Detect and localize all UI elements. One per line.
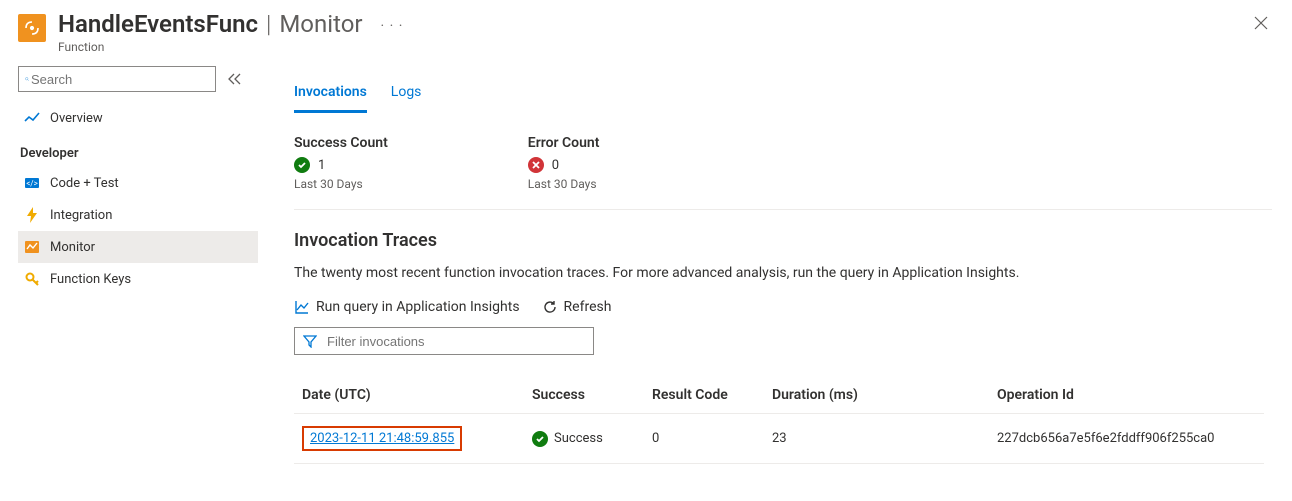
- filter-input[interactable]: [325, 333, 585, 350]
- col-result[interactable]: Result Code: [644, 377, 764, 414]
- run-query-label: Run query in Application Insights: [316, 299, 520, 315]
- metric-error: Error Count 0 Last 30 Days: [528, 135, 600, 191]
- sidebar: Overview Developer </> Code + Test Integ…: [0, 62, 258, 484]
- tab-invocations[interactable]: Invocations: [294, 84, 367, 113]
- blade-title: Monitor: [279, 10, 362, 38]
- invocation-traces-heading: Invocation Traces: [294, 230, 1272, 251]
- metric-subtext: Last 30 Days: [528, 177, 600, 191]
- metric-value: 1: [318, 158, 325, 173]
- table-row[interactable]: 2023-12-11 21:48:59.855 Success 0 23: [294, 414, 1264, 464]
- filter-icon: [303, 334, 317, 348]
- overview-icon: [24, 110, 40, 126]
- invocation-traces-description: The twenty most recent function invocati…: [294, 265, 1272, 281]
- collapse-sidebar-button[interactable]: [228, 73, 242, 85]
- run-query-button[interactable]: Run query in Application Insights: [294, 299, 520, 315]
- col-opid[interactable]: Operation Id: [989, 377, 1264, 414]
- sidebar-item-label: Code + Test: [50, 176, 119, 191]
- resource-kind: Function: [58, 40, 363, 54]
- sidebar-search-input[interactable]: [29, 71, 209, 88]
- tab-logs[interactable]: Logs: [391, 84, 422, 113]
- more-actions-button[interactable]: · · ·: [381, 10, 404, 34]
- title-separator: |: [266, 10, 271, 38]
- refresh-label: Refresh: [564, 299, 612, 315]
- metric-subtext: Last 30 Days: [294, 177, 388, 191]
- sidebar-item-code-test[interactable]: </> Code + Test: [18, 167, 258, 199]
- duration: 23: [764, 414, 989, 464]
- metric-success: Success Count 1 Last 30 Days: [294, 135, 388, 191]
- metric-title: Error Count: [528, 135, 600, 151]
- sidebar-item-label: Function Keys: [50, 272, 131, 287]
- invocation-traces-table: Date (UTC) Success Result Code Duration …: [294, 377, 1264, 464]
- result-code: 0: [644, 414, 764, 464]
- col-success[interactable]: Success: [524, 377, 644, 414]
- sidebar-item-integration[interactable]: Integration: [18, 199, 258, 231]
- metrics-row: Success Count 1 Last 30 Days Error Count…: [294, 113, 1272, 210]
- header-title-block: HandleEventsFunc | Monitor Function: [58, 10, 363, 54]
- code-icon: </>: [24, 175, 40, 191]
- refresh-button[interactable]: Refresh: [542, 299, 612, 315]
- close-button[interactable]: [1248, 10, 1274, 36]
- sidebar-item-label: Overview: [50, 111, 103, 126]
- sidebar-section-developer: Developer: [18, 134, 258, 167]
- success-label: Success: [554, 431, 603, 446]
- highlight-box: 2023-12-11 21:48:59.855: [302, 426, 462, 451]
- key-icon: [24, 271, 40, 287]
- monitor-icon: [24, 239, 40, 255]
- sidebar-item-label: Integration: [50, 208, 112, 223]
- operation-id: 227dcb656a7e5f6e2fddff906f255ca0: [989, 414, 1264, 464]
- page-header: HandleEventsFunc | Monitor Function · · …: [0, 0, 1292, 62]
- resource-name: HandleEventsFunc: [58, 10, 258, 38]
- function-app-icon: [18, 14, 46, 42]
- refresh-icon: [542, 299, 558, 315]
- error-x-icon: [528, 157, 544, 173]
- lightning-icon: [24, 207, 40, 223]
- chart-icon: [294, 299, 310, 315]
- sidebar-item-overview[interactable]: Overview: [18, 102, 258, 134]
- col-date[interactable]: Date (UTC): [294, 377, 524, 414]
- metric-value: 0: [552, 158, 559, 173]
- svg-text:</>: </>: [26, 179, 38, 188]
- invocation-date-link[interactable]: 2023-12-11 21:48:59.855: [310, 431, 454, 446]
- sidebar-item-label: Monitor: [50, 240, 95, 255]
- sidebar-item-monitor[interactable]: Monitor: [18, 231, 258, 263]
- main-content: Invocations Logs Success Count 1 Last 30…: [258, 62, 1292, 484]
- filter-invocations[interactable]: [294, 327, 594, 355]
- sidebar-item-function-keys[interactable]: Function Keys: [18, 263, 258, 295]
- sidebar-search[interactable]: [18, 66, 216, 92]
- traces-toolbar: Run query in Application Insights Refres…: [294, 299, 1272, 315]
- tab-bar: Invocations Logs: [294, 84, 1272, 113]
- success-check-icon: [294, 157, 310, 173]
- col-duration[interactable]: Duration (ms): [764, 377, 989, 414]
- metric-title: Success Count: [294, 135, 388, 151]
- success-check-icon: [532, 431, 548, 447]
